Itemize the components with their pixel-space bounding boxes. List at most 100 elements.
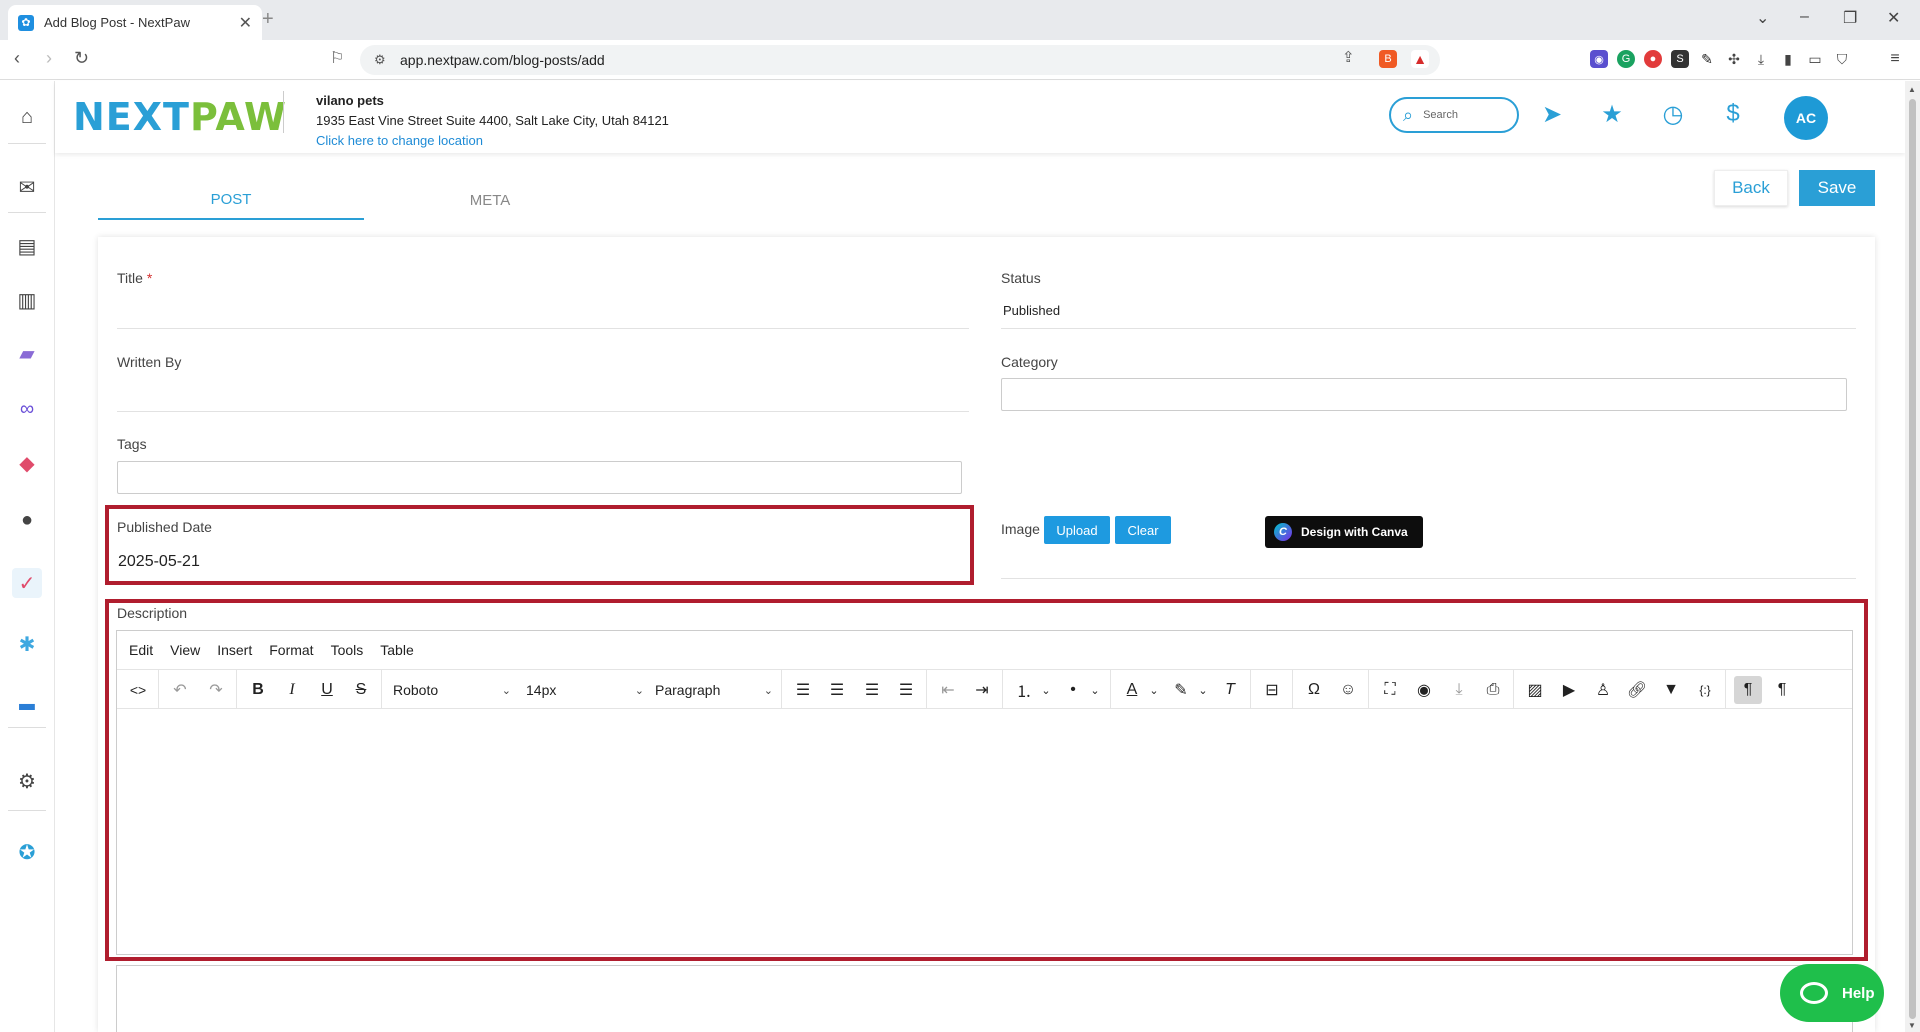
extension-s-icon[interactable]: S [1671, 50, 1689, 68]
new-tab-icon[interactable]: + [262, 8, 274, 31]
outdent-icon[interactable]: ⇤ [934, 676, 962, 704]
home-icon[interactable]: ⌂ [12, 102, 42, 132]
contacts-icon[interactable]: ▤ [12, 231, 42, 261]
clear-button[interactable]: Clear [1115, 516, 1171, 544]
category-select[interactable] [1001, 378, 1847, 411]
clock-icon[interactable]: ◷ [1658, 99, 1688, 129]
loyalty-icon[interactable]: ∞ [12, 394, 42, 424]
menu-view[interactable]: View [170, 642, 200, 658]
reviews-stars-icon[interactable]: ★ [1597, 99, 1627, 129]
design-with-canva-button[interactable]: C Design with Canva [1265, 516, 1423, 548]
nextpaw-logo[interactable]: NEXTPAW [73, 95, 287, 139]
back-button[interactable]: Back [1714, 170, 1788, 206]
billing-icon[interactable]: $ [1718, 99, 1748, 129]
insert-image-icon[interactable]: ▨ [1521, 676, 1549, 704]
analytics-chart-icon[interactable]: ▂ [12, 683, 42, 713]
extension-3-icon[interactable]: ● [1644, 50, 1662, 68]
undo-icon[interactable]: ↶ [166, 676, 194, 704]
tab-post[interactable]: POST [98, 180, 364, 220]
source-code-icon[interactable]: <> [124, 676, 152, 704]
award-icon[interactable]: ✪ [12, 837, 42, 867]
browser-menu-icon[interactable]: ≡ [1886, 50, 1904, 68]
scroll-down-icon[interactable]: ▼ [1908, 1021, 1916, 1030]
emoji-icon[interactable]: ☺ [1334, 676, 1362, 704]
upload-button[interactable]: Upload [1044, 516, 1110, 544]
address-bar[interactable]: ⚙ app.nextpaw.com/blog-posts/add [360, 45, 1440, 75]
reports-building-icon[interactable]: ▥ [12, 285, 42, 315]
bookmark-icon[interactable]: ⚐ [330, 48, 344, 68]
insert-link-icon[interactable]: 🔗︎ [1623, 676, 1651, 704]
cards-icon[interactable]: ▰ [12, 338, 42, 368]
back-arrow-icon[interactable]: ‹ [14, 48, 20, 69]
merge-tags-icon[interactable]: {:} [1691, 676, 1719, 704]
font-family-select[interactable]: Roboto ⌄ [393, 676, 511, 704]
eyedropper-icon[interactable]: ✎ [1698, 50, 1716, 68]
team-icon[interactable]: ✱ [12, 629, 42, 659]
bold-icon[interactable]: B [244, 676, 272, 704]
insert-template-icon[interactable]: ♙ [1589, 676, 1617, 704]
settings-icon[interactable]: ⚙ [12, 766, 42, 796]
special-character-icon[interactable]: Ω [1300, 676, 1328, 704]
grammarly-icon[interactable]: G [1617, 50, 1635, 68]
print-icon[interactable]: ⎙ [1479, 676, 1507, 704]
tab-meta[interactable]: META [440, 180, 540, 220]
strikethrough-icon[interactable]: S [347, 676, 375, 704]
redo-icon[interactable]: ↷ [202, 676, 230, 704]
chevron-down-icon[interactable]: ⌄ [1189, 676, 1217, 704]
align-justify-icon[interactable]: ☰ [892, 676, 920, 704]
chevron-down-icon[interactable]: ⌄ [1081, 676, 1109, 704]
messages-icon[interactable]: ✉ [12, 172, 42, 202]
insert-media-icon[interactable]: ▶ [1555, 676, 1583, 704]
site-info-icon[interactable]: ⚙ [374, 52, 386, 68]
clear-formatting-icon[interactable]: T [1216, 676, 1244, 704]
restore-window-icon[interactable]: ❐ [1843, 8, 1857, 28]
user-avatar[interactable]: AC [1784, 96, 1828, 140]
sidebar-toggle-icon[interactable]: ▮ [1779, 50, 1797, 68]
wallet-icon[interactable]: ▭ [1806, 50, 1824, 68]
header-search[interactable]: ⌕ Search [1389, 97, 1519, 133]
save-button[interactable]: Save [1799, 170, 1875, 206]
close-tab-icon[interactable]: ✕ [239, 13, 252, 33]
help-button[interactable]: Help [1780, 964, 1884, 1022]
menu-table[interactable]: Table [380, 642, 413, 658]
extensions-puzzle-icon[interactable]: ✣ [1725, 50, 1743, 68]
align-center-icon[interactable]: ☰ [823, 676, 851, 704]
vpn-shield-icon[interactable]: ⛉ [1833, 50, 1851, 68]
font-size-select[interactable]: 14px ⌄ [526, 676, 644, 704]
status-select[interactable]: Published [1003, 303, 1060, 318]
tab-list-chevron-icon[interactable]: ⌄ [1756, 8, 1769, 28]
menu-edit[interactable]: Edit [129, 642, 153, 658]
share-icon[interactable]: ⇪ [1342, 48, 1355, 66]
title-input[interactable] [117, 297, 967, 319]
scrollbar-thumb[interactable] [1909, 99, 1916, 1019]
page-break-icon[interactable]: ⊟ [1258, 676, 1286, 704]
chevron-down-icon[interactable]: ⌄ [1032, 676, 1060, 704]
microphone-icon[interactable]: ● [12, 505, 42, 535]
fullscreen-icon[interactable]: ⛶ [1376, 676, 1404, 704]
send-icon[interactable]: ➤ [1537, 99, 1567, 129]
published-date-input[interactable]: 2025-05-21 [118, 553, 200, 571]
editor-content-area[interactable] [117, 709, 1852, 954]
tags-input[interactable] [117, 461, 962, 494]
block-format-select[interactable]: Paragraph ⌄ [655, 676, 773, 704]
ltr-direction-icon[interactable]: ¶ [1734, 676, 1762, 704]
underline-icon[interactable]: U [313, 676, 341, 704]
blog-posts-icon[interactable]: ✓ [12, 568, 42, 598]
menu-format[interactable]: Format [269, 642, 313, 658]
written-by-input[interactable] [117, 379, 967, 401]
chevron-down-icon[interactable]: ⌄ [1140, 676, 1168, 704]
indent-icon[interactable]: ⇥ [968, 676, 996, 704]
minimize-window-icon[interactable]: – [1800, 8, 1809, 26]
align-left-icon[interactable]: ☰ [789, 676, 817, 704]
page-scrollbar[interactable]: ▲ ▼ [1905, 81, 1920, 1032]
align-right-icon[interactable]: ☰ [858, 676, 886, 704]
rtl-direction-icon[interactable]: ¶ [1768, 676, 1796, 704]
italic-icon[interactable]: I [278, 676, 306, 704]
menu-tools[interactable]: Tools [331, 642, 364, 658]
preview-eye-icon[interactable]: ◉ [1410, 676, 1438, 704]
browser-tab[interactable]: ✿ Add Blog Post - NextPaw ✕ [8, 5, 262, 40]
brave-shield-icon[interactable]: B [1379, 50, 1397, 68]
scroll-up-icon[interactable]: ▲ [1908, 85, 1916, 94]
download-icon[interactable]: ⤓ [1752, 50, 1770, 68]
extension-1-icon[interactable]: ◉ [1590, 50, 1608, 68]
